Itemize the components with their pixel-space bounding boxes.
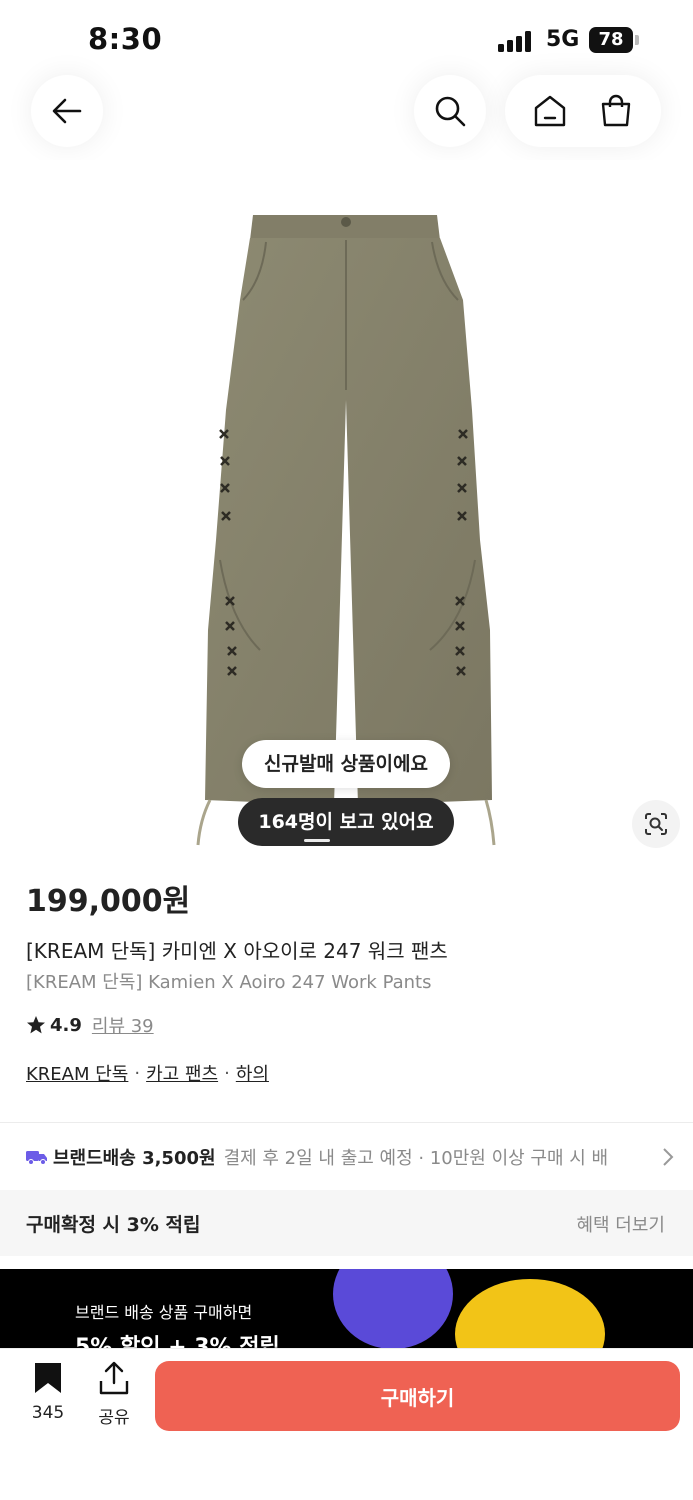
- search-icon: [435, 96, 466, 127]
- tag-kream-exclusive[interactable]: KREAM 단독: [26, 1060, 128, 1086]
- product-price: 199,000원: [26, 884, 191, 919]
- benefit-more-link[interactable]: 혜택 더보기: [576, 1211, 665, 1237]
- truck-icon: [26, 1151, 47, 1165]
- share-label: 공유: [98, 1408, 130, 1428]
- bookmark-icon: [35, 1363, 61, 1393]
- chevron-right-icon: [652, 1145, 674, 1169]
- buy-button[interactable]: 구매하기: [155, 1361, 680, 1431]
- status-bar: 8:30 5G 78: [0, 0, 693, 80]
- share-icon: [99, 1361, 129, 1395]
- home-icon: [534, 95, 566, 127]
- bag-button[interactable]: [586, 81, 646, 141]
- review-link[interactable]: 리뷰 39: [92, 1012, 154, 1038]
- product-name-ko: [KREAM 단독] 카미엔 X 아오이로 247 워크 팬츠: [26, 939, 448, 963]
- tag-separator: ·: [134, 1062, 141, 1084]
- viewers-badge: 164명이 보고 있어요: [238, 798, 454, 846]
- back-button[interactable]: [31, 75, 103, 147]
- status-time: 8:30: [88, 22, 163, 56]
- arrow-left-icon: [52, 98, 82, 124]
- shipping-label: 브랜드배송 3,500원: [53, 1148, 216, 1169]
- home-button[interactable]: [520, 81, 580, 141]
- shipping-detail: 결제 후 2일 내 출고 예정 · 10만원 이상 구매 시 배: [223, 1148, 609, 1169]
- battery-icon: 78: [589, 27, 633, 53]
- bookmark-count: 345: [31, 1403, 65, 1423]
- shipping-row[interactable]: 브랜드배송 3,500원 결제 후 2일 내 출고 예정 · 10만원 이상 구…: [26, 1142, 674, 1172]
- benefit-text: 구매확정 시 3% 적립: [26, 1214, 201, 1236]
- signal-icon: [498, 30, 536, 52]
- bottom-bar: 345 공유 구매하기: [0, 1349, 693, 1500]
- promo-headline: 5% 할인 + 3% 적립: [75, 1335, 280, 1349]
- bookmark-button[interactable]: 345: [22, 1361, 74, 1431]
- share-button[interactable]: 공유: [88, 1361, 140, 1431]
- battery-cap: [635, 35, 639, 45]
- image-search-button[interactable]: [632, 800, 680, 848]
- divider: [0, 1122, 693, 1123]
- shopping-bag-icon: [601, 94, 631, 127]
- benefit-row: 구매확정 시 3% 적립 혜택 더보기: [0, 1190, 693, 1256]
- new-release-badge: 신규발매 상품이에요: [242, 740, 450, 788]
- rating-value: 4.9: [50, 1014, 82, 1036]
- rating-row: 4.9 리뷰 39: [26, 1012, 154, 1038]
- promo-text: 브랜드 배송 상품 구매하면: [75, 1303, 253, 1322]
- promo-banner[interactable]: 브랜드 배송 상품 구매하면 5% 할인 + 3% 적립: [0, 1269, 693, 1349]
- star-icon: [27, 1016, 45, 1034]
- tag-cargo-pants[interactable]: 카고 팬츠: [146, 1060, 218, 1086]
- search-button[interactable]: [414, 75, 486, 147]
- promo-graphic: [333, 1269, 453, 1349]
- network-label: 5G: [546, 27, 580, 52]
- image-page-indicator: [304, 839, 330, 842]
- nav-pill: [505, 75, 661, 147]
- lens-scan-icon: [645, 813, 667, 835]
- tag-separator: ·: [224, 1062, 230, 1084]
- coin-graphic: [455, 1279, 605, 1349]
- tags-row: KREAM 단독 · 카고 팬츠 · 하의: [26, 1060, 269, 1086]
- product-name-en: [KREAM 단독] Kamien X Aoiro 247 Work Pants: [26, 972, 432, 993]
- tag-bottoms[interactable]: 하의: [236, 1060, 269, 1086]
